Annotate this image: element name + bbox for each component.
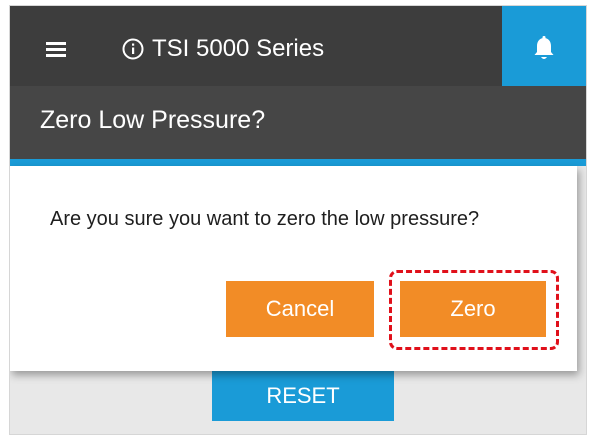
bell-icon (534, 36, 554, 59)
confirm-dialog: Are you sure you want to zero the low pr… (10, 166, 577, 371)
page-title: Zero Low Pressure? (40, 106, 266, 134)
accent-divider (10, 159, 586, 166)
page-header: Zero Low Pressure? (10, 86, 586, 159)
info-icon[interactable] (122, 38, 144, 60)
dialog-message: Are you sure you want to zero the low pr… (50, 208, 480, 230)
app-window: TSI 5000 Series Zero Low Pressure? RESET… (10, 6, 586, 434)
zero-button[interactable]: Zero (400, 281, 546, 337)
reset-button[interactable]: RESET (212, 371, 394, 421)
app-title: TSI 5000 Series (152, 35, 325, 62)
top-app-bar: TSI 5000 Series (10, 6, 586, 86)
hamburger-menu-icon[interactable] (46, 42, 66, 57)
notifications-button[interactable] (502, 6, 586, 86)
cancel-button[interactable]: Cancel (226, 281, 374, 337)
